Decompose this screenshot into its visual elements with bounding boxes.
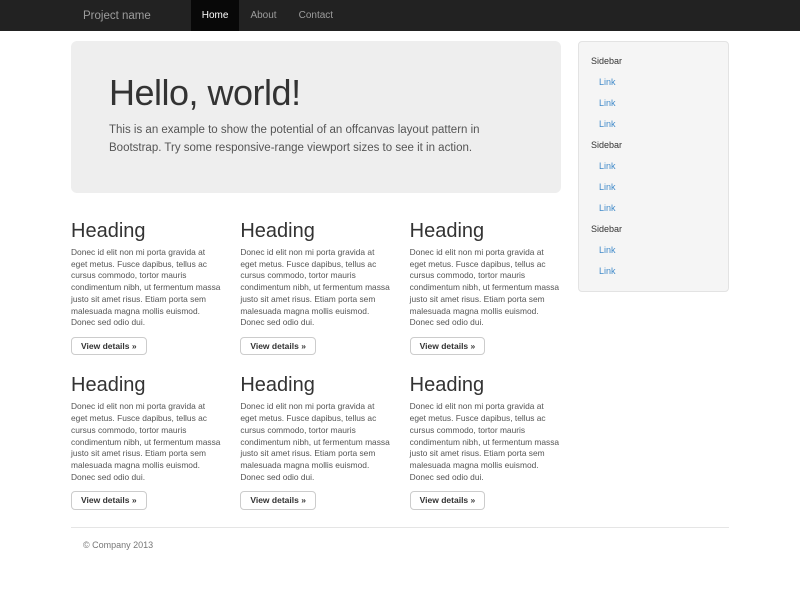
footer-divider	[71, 527, 729, 528]
sidebar-link[interactable]: Link	[591, 261, 716, 282]
card-heading: Heading	[71, 219, 222, 243]
sidebar-link[interactable]: Link	[591, 240, 716, 261]
sidebar-link[interactable]: Link	[591, 177, 716, 198]
cards-row-1: Heading Donec id elit non mi porta gravi…	[71, 219, 561, 355]
card-heading: Heading	[71, 373, 222, 397]
view-details-button[interactable]: View details »	[410, 337, 486, 356]
nav-item-home[interactable]: Home	[191, 0, 240, 31]
card-heading: Heading	[410, 219, 561, 243]
card-body: Donec id elit non mi porta gravida at eg…	[240, 247, 391, 329]
page-container: Hello, world! This is an example to show…	[71, 41, 729, 550]
sidebar-link[interactable]: Link	[591, 72, 716, 93]
jumbotron: Hello, world! This is an example to show…	[71, 41, 561, 193]
card: Heading Donec id elit non mi porta gravi…	[410, 373, 561, 509]
sidebar-group-title: Sidebar	[591, 51, 716, 72]
card-body: Donec id elit non mi porta gravida at eg…	[71, 247, 222, 329]
sidebar-link[interactable]: Link	[591, 198, 716, 219]
sidebar-link[interactable]: Link	[591, 114, 716, 135]
card-body: Donec id elit non mi porta gravida at eg…	[71, 401, 222, 483]
navbar: Project name Home About Contact	[0, 0, 800, 31]
sidebar-group-title: Sidebar	[591, 135, 716, 156]
card: Heading Donec id elit non mi porta gravi…	[240, 373, 391, 509]
content-layout: Hello, world! This is an example to show…	[71, 41, 729, 510]
card-heading: Heading	[240, 219, 391, 243]
view-details-button[interactable]: View details »	[240, 337, 316, 356]
navbar-menu: Home About Contact	[191, 0, 344, 31]
card-heading: Heading	[410, 373, 561, 397]
cards-row-2: Heading Donec id elit non mi porta gravi…	[71, 373, 561, 509]
card: Heading Donec id elit non mi porta gravi…	[71, 373, 222, 509]
page-footer: © Company 2013	[71, 527, 729, 550]
copyright-text: © Company 2013	[83, 540, 729, 550]
card: Heading Donec id elit non mi porta gravi…	[410, 219, 561, 355]
jumbotron-description: This is an example to show the potential…	[109, 121, 523, 157]
nav-item-contact[interactable]: Contact	[288, 0, 344, 31]
sidebar-link[interactable]: Link	[591, 93, 716, 114]
card-heading: Heading	[240, 373, 391, 397]
navbar-brand[interactable]: Project name	[71, 0, 163, 31]
view-details-button[interactable]: View details »	[240, 491, 316, 510]
card: Heading Donec id elit non mi porta gravi…	[240, 219, 391, 355]
navbar-inner: Project name Home About Contact	[71, 0, 729, 31]
card: Heading Donec id elit non mi porta gravi…	[71, 219, 222, 355]
card-body: Donec id elit non mi porta gravida at eg…	[240, 401, 391, 483]
sidebar-column: Sidebar Link Link Link Sidebar Link Link…	[578, 41, 729, 510]
view-details-button[interactable]: View details »	[71, 491, 147, 510]
sidebar-panel: Sidebar Link Link Link Sidebar Link Link…	[578, 41, 729, 292]
page-title: Hello, world!	[109, 73, 523, 113]
nav-item-about[interactable]: About	[239, 0, 287, 31]
view-details-button[interactable]: View details »	[71, 337, 147, 356]
card-body: Donec id elit non mi porta gravida at eg…	[410, 401, 561, 483]
card-body: Donec id elit non mi porta gravida at eg…	[410, 247, 561, 329]
sidebar-group-title: Sidebar	[591, 219, 716, 240]
sidebar-link[interactable]: Link	[591, 156, 716, 177]
main-content: Hello, world! This is an example to show…	[71, 41, 561, 510]
view-details-button[interactable]: View details »	[410, 491, 486, 510]
